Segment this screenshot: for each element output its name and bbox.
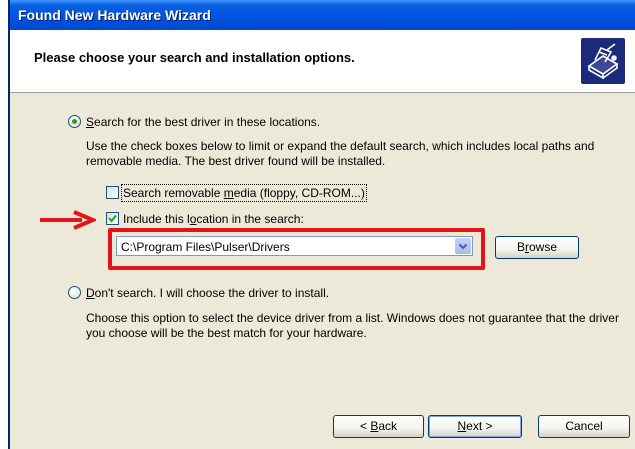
wizard-header: Please choose your search and installati… <box>10 30 635 93</box>
dropdown-button[interactable] <box>455 238 471 254</box>
search-description: Use the check boxes below to limit or ex… <box>86 139 595 168</box>
window-title: Found New Hardware Wizard <box>18 7 211 23</box>
browse-button[interactable]: Browse <box>495 236 579 259</box>
cancel-button[interactable]: Cancel <box>538 415 630 438</box>
back-button[interactable]: < Back <box>333 415 424 438</box>
dont-search-description: Choose this option to select the device … <box>86 311 619 340</box>
radio-selected-dot <box>72 119 77 124</box>
removable-media-label[interactable]: Search removable media (floppy, CD-ROM..… <box>121 184 367 202</box>
chevron-down-icon <box>458 243 468 250</box>
red-arrow-annotation-icon <box>40 210 96 230</box>
search-radio[interactable] <box>68 115 81 128</box>
wizard-window: Found New Hardware Wizard Please choose … <box>8 0 635 449</box>
search-radio-label[interactable]: Search for the best driver in these loca… <box>86 115 320 129</box>
include-location-label[interactable]: Include this location in the search: <box>123 212 304 226</box>
removable-media-checkbox[interactable] <box>106 186 119 199</box>
page-title: Please choose your search and installati… <box>34 50 355 65</box>
include-location-checkbox[interactable] <box>106 212 119 225</box>
next-button[interactable]: Next > <box>428 415 522 438</box>
location-path-value: C:\Program Files\Pulser\Drivers <box>121 240 290 254</box>
location-path-combobox[interactable]: C:\Program Files\Pulser\Drivers <box>116 236 473 256</box>
dont-search-radio[interactable] <box>68 286 81 299</box>
title-bar[interactable]: Found New Hardware Wizard <box>10 0 635 30</box>
hardware-wizard-icon <box>581 38 625 84</box>
dont-search-radio-label[interactable]: Don't search. I will choose the driver t… <box>86 286 329 300</box>
checkmark-icon <box>108 214 117 223</box>
